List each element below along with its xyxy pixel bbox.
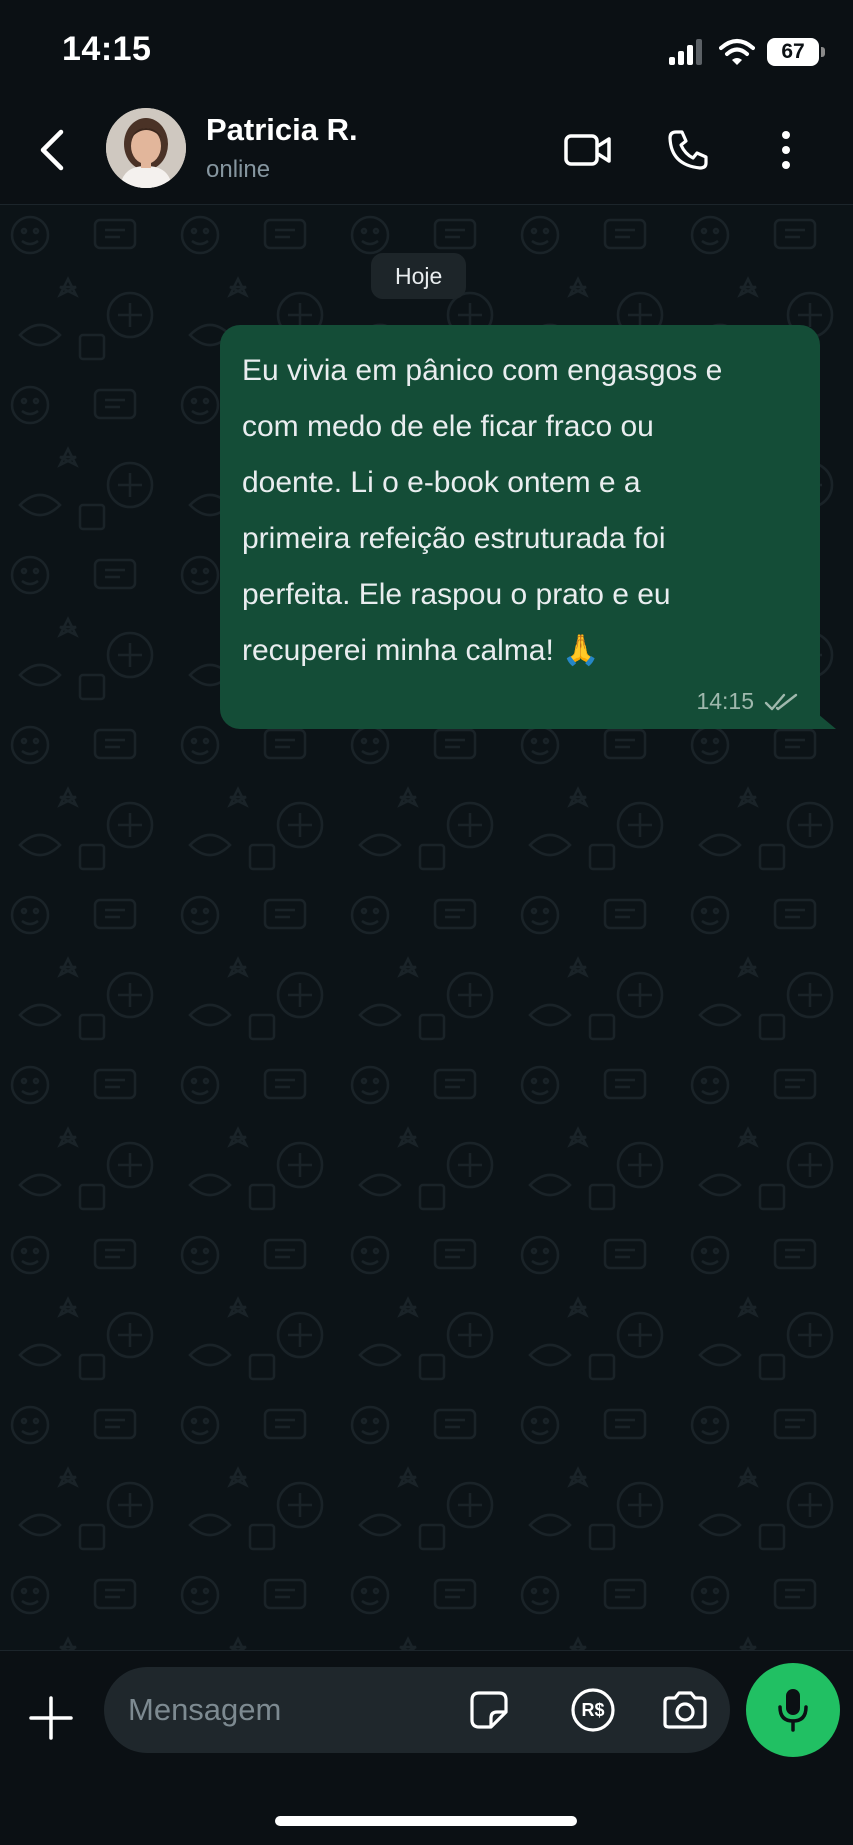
payment-button[interactable]: R$	[564, 1681, 622, 1739]
outgoing-message-bubble[interactable]: Eu vivia em pânico com engasgos e com me…	[220, 325, 820, 729]
status-icons: 67	[667, 34, 825, 70]
phone-icon	[668, 130, 708, 170]
battery-icon: 67	[767, 38, 825, 66]
back-button[interactable]	[22, 120, 82, 180]
chat-screen: 14:15 67 Patricia R. online Hoje Eu vivi…	[0, 0, 853, 1845]
signal-icon	[669, 39, 702, 65]
message-composer: Mensagem R$	[0, 1650, 853, 1845]
sticker-button[interactable]	[460, 1681, 518, 1739]
plus-icon	[29, 1696, 73, 1740]
date-chip: Hoje	[371, 253, 467, 299]
more-vertical-icon	[782, 131, 790, 169]
voice-call-button[interactable]	[658, 120, 718, 180]
status-bar: 14:15 67	[0, 0, 853, 96]
message-meta: 14:15	[696, 688, 798, 715]
avatar-image	[106, 108, 186, 188]
menu-button[interactable]	[756, 120, 816, 180]
message-text: Eu vivia em pânico com engasgos e com me…	[242, 354, 723, 667]
home-indicator[interactable]	[275, 1816, 577, 1826]
sticker-icon	[470, 1691, 508, 1729]
voice-message-button[interactable]	[746, 1663, 840, 1757]
bubble-tail	[812, 709, 836, 729]
camera-button[interactable]	[656, 1681, 714, 1739]
wifi-icon	[719, 39, 755, 65]
message-time: 14:15	[696, 688, 754, 714]
status-time: 14:15	[62, 30, 152, 68]
back-arrow-icon	[40, 129, 64, 171]
contact-status: online	[206, 156, 271, 183]
message-input[interactable]: Mensagem	[128, 1667, 281, 1753]
attach-button[interactable]	[20, 1687, 82, 1749]
camera-icon	[663, 1691, 707, 1729]
pix-label: R$	[581, 1699, 605, 1720]
chat-header: Patricia R. online	[0, 96, 853, 205]
double-check-icon	[764, 693, 798, 710]
avatar[interactable]	[106, 108, 186, 188]
contact-name[interactable]: Patricia R.	[206, 112, 358, 148]
battery-level: 67	[781, 40, 805, 63]
message-input-container[interactable]: Mensagem R$	[104, 1667, 730, 1753]
video-call-button[interactable]	[558, 120, 618, 180]
chat-area[interactable]: Hoje Eu vivia em pânico com engasgos e c…	[0, 205, 853, 1650]
video-camera-icon	[564, 134, 611, 166]
microphone-icon	[778, 1689, 808, 1732]
